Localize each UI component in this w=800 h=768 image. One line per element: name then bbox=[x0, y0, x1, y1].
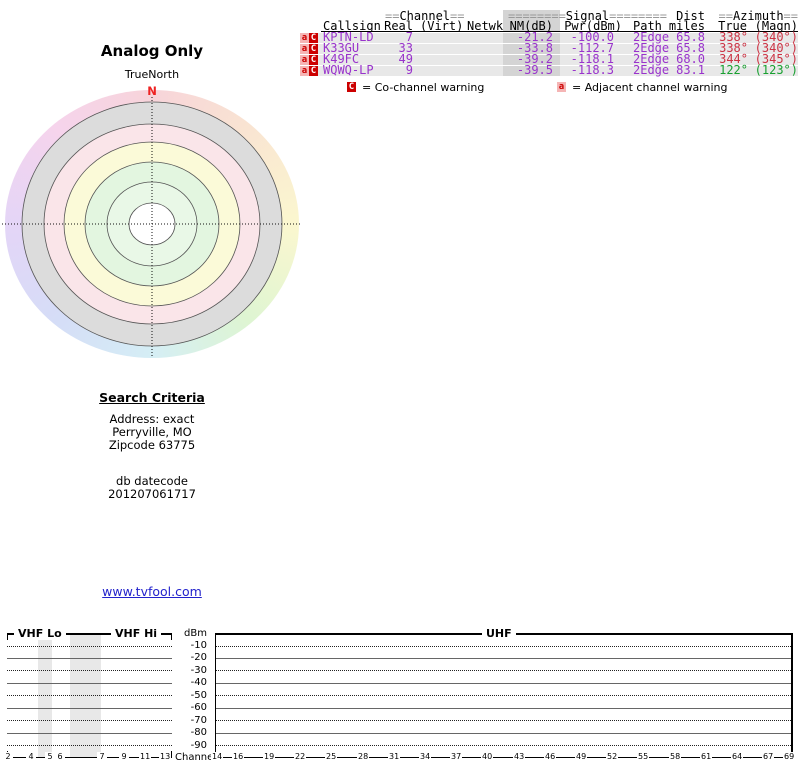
adjacent-warning-badge: a bbox=[300, 66, 309, 76]
adjacent-warning-badge: a bbox=[300, 44, 309, 54]
channel-tick-label: 34 bbox=[419, 752, 432, 762]
criteria-zipcode: Zipcode 63775 bbox=[108, 438, 196, 452]
channel-tick-label: 4 bbox=[26, 752, 36, 762]
criteria-address: Address: exact bbox=[109, 412, 195, 426]
dbm-gridline bbox=[7, 745, 172, 747]
channel-tick-label: 43 bbox=[513, 752, 526, 762]
co-channel-warning-badge: C bbox=[309, 33, 318, 43]
dbm-gridline bbox=[216, 682, 791, 684]
db-datecode-label: db datecode bbox=[116, 474, 188, 488]
co-channel-warning-badge: C bbox=[309, 55, 318, 65]
channel-tick-label: 52 bbox=[606, 752, 619, 762]
vhf-top-left-stub bbox=[7, 633, 8, 640]
cell-azimuth-magn: (123°) bbox=[754, 63, 798, 77]
channel-tick-label: 64 bbox=[731, 752, 744, 762]
adjacent-warning-badge: a bbox=[300, 55, 309, 65]
channel-tick-label: 40 bbox=[481, 752, 494, 762]
channel-tick-label: 58 bbox=[669, 752, 682, 762]
dbm-gridline bbox=[7, 645, 172, 647]
dbm-tick-label: -10 bbox=[190, 640, 207, 651]
dbm-axis-label: dBm bbox=[184, 628, 207, 639]
co-channel-warning-badge: C bbox=[309, 44, 318, 54]
tvfool-link[interactable]: www.tvfool.com bbox=[52, 584, 252, 599]
channel-tick-label: 25 bbox=[325, 752, 338, 762]
dbm-gridline bbox=[216, 670, 791, 672]
dbm-gridline bbox=[216, 645, 791, 647]
uhf-left-border bbox=[215, 633, 216, 757]
adjacent-channel-legend-text: = Adjacent channel warning bbox=[572, 81, 728, 94]
channel-tick-label: 61 bbox=[700, 752, 713, 762]
channel-tick-label: 14 bbox=[211, 752, 224, 762]
dbm-tick-label: -70 bbox=[190, 714, 207, 726]
dbm-gridline bbox=[7, 682, 172, 684]
channel-tick-label: 2 bbox=[3, 752, 13, 762]
dbm-gridline bbox=[216, 720, 791, 722]
cell-dist-miles: 83.1 bbox=[676, 63, 705, 77]
dbm-tick-label: -50 bbox=[190, 689, 207, 701]
dbm-gridline bbox=[216, 707, 791, 709]
channel-tick-label: 49 bbox=[575, 752, 588, 762]
adjacent-warning-badge: a bbox=[300, 33, 309, 43]
bottom-chart: VHF Lo VHF Hi UHF dBm Channel -10 -20 -30-… bbox=[0, 626, 800, 768]
dbm-gridline bbox=[7, 657, 172, 659]
radar-plot bbox=[2, 97, 300, 358]
channel-tick-label: 67 bbox=[762, 752, 775, 762]
channel-tick-label: 37 bbox=[450, 752, 463, 762]
tvfool-report: Analog Only TrueNorth N ==Channel== ====… bbox=[0, 0, 800, 768]
adjacent-channel-legend-badge: a bbox=[557, 82, 566, 92]
co-channel-legend-text: = Co-channel warning bbox=[362, 81, 485, 94]
cell-real-channel: 9 bbox=[405, 63, 413, 77]
channel-tick-label: 11 bbox=[139, 752, 152, 762]
table-row: a C WQWQ-LP 9 -39.5 -118.3 2Edge 83.1 12… bbox=[300, 63, 798, 77]
cell-pwr-dbm: -118.3 bbox=[570, 63, 614, 77]
dbm-tick-label: -20 bbox=[190, 652, 207, 664]
channel-tick-label: 6 bbox=[55, 752, 65, 762]
dbm-tick-label: -90 bbox=[190, 739, 207, 751]
cell-azimuth-true: 122° bbox=[719, 63, 748, 77]
vhf-lo-label: VHF Lo bbox=[14, 627, 66, 640]
channel-tick-label: 28 bbox=[357, 752, 370, 762]
true-north-label: TrueNorth bbox=[124, 68, 180, 81]
vhf-hi-label: VHF Hi bbox=[111, 627, 162, 640]
channel-tick-label: 5 bbox=[45, 752, 55, 762]
dbm-tick-label: -30 bbox=[190, 664, 207, 676]
channel-tick-label: 9 bbox=[119, 752, 129, 762]
criteria-city: Perryville, MO bbox=[112, 425, 192, 439]
dbm-gridline bbox=[7, 720, 172, 722]
channel-tick-label: 7 bbox=[97, 752, 107, 762]
channel-tick-label: 22 bbox=[294, 752, 307, 762]
dbm-gridline bbox=[7, 670, 172, 672]
dbm-tick-label: -40 bbox=[190, 677, 207, 689]
dbm-gridline bbox=[216, 657, 791, 659]
uhf-right-border bbox=[791, 633, 793, 757]
channel-tick-label: 69 bbox=[783, 752, 796, 762]
dbm-tick-label: -80 bbox=[190, 727, 207, 739]
dbm-gridline bbox=[216, 732, 791, 734]
north-marker: N bbox=[147, 84, 157, 98]
co-channel-legend-badge: C bbox=[347, 82, 356, 92]
channel-tick-label: 31 bbox=[388, 752, 401, 762]
channel-tick-label: 46 bbox=[544, 752, 557, 762]
dbm-gridline bbox=[216, 745, 791, 747]
channel-tick-label: 19 bbox=[263, 752, 276, 762]
db-datecode-value: 201207061717 bbox=[108, 487, 196, 501]
radar-title: Analog Only bbox=[100, 42, 204, 60]
dbm-tick-label: -60 bbox=[190, 702, 207, 714]
uhf-label: UHF bbox=[482, 627, 516, 640]
dbm-gridline bbox=[216, 695, 791, 697]
channel-tick-label: 13 bbox=[159, 752, 172, 762]
dbm-gridline bbox=[7, 732, 172, 734]
co-channel-warning-badge: C bbox=[309, 66, 318, 76]
channel-axis-label: Channel bbox=[175, 752, 217, 763]
dbm-gridline bbox=[7, 695, 172, 697]
channel-tick-label: 16 bbox=[232, 752, 245, 762]
search-criteria-heading: Search Criteria bbox=[99, 390, 205, 405]
dbm-gridline bbox=[7, 707, 172, 709]
channel-tick-label: 55 bbox=[637, 752, 650, 762]
